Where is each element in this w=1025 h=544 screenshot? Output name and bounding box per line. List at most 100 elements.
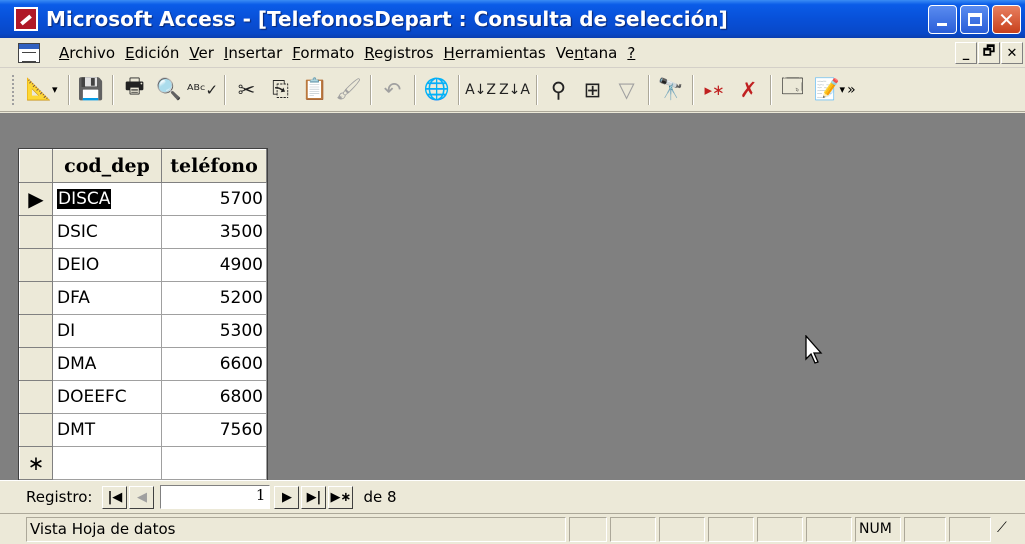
resize-grip-icon[interactable]: ⟋ [994,517,1016,542]
column-header-cod-dep[interactable]: cod_dep [52,149,162,183]
new-record-row[interactable]: ∗ [19,446,267,480]
doc-restore-button[interactable]: 🗗 [978,42,1000,64]
filter-by-selection-icon[interactable]: ⚲ [544,74,574,106]
table-row[interactable]: DI 5300 [19,314,267,348]
access-app-icon[interactable] [14,7,38,31]
menu-ver[interactable]: Ver [184,44,219,62]
row-selector-current[interactable]: ▶ [19,182,53,216]
table-row[interactable]: DSIC 3500 [19,215,267,249]
select-all-corner[interactable] [19,149,53,183]
cell-telefono[interactable]: 7560 [161,413,267,447]
hyperlink-icon[interactable]: 🌐 [422,74,452,106]
table-row[interactable]: DFA 5200 [19,281,267,315]
menu-herramientas[interactable]: Herramientas [439,44,551,62]
toolbar-separator [457,74,460,105]
cell-cod-dep[interactable]: DISCA [52,182,162,216]
menu-edicion[interactable]: Edición [120,44,184,62]
window-title: Microsoft Access - [TelefonosDepart : Co… [46,7,728,31]
menu-registros[interactable]: Registros [359,44,438,62]
cell-cod-dep[interactable]: DOEEFC [52,380,162,414]
doc-minimize-button[interactable]: _ [955,42,977,64]
cell-telefono[interactable]: 3500 [161,215,267,249]
copy-icon[interactable]: ⎘ [266,74,296,106]
row-selector[interactable] [19,215,53,249]
paste-icon[interactable]: 📋 [300,74,330,106]
first-record-icon: |◀ [107,489,123,505]
header-row: cod_dep teléfono [19,149,267,183]
row-selector[interactable] [19,248,53,282]
record-number-input[interactable]: 1 [160,485,271,509]
table-row[interactable]: ▶ DISCA 5700 [19,182,267,216]
filter-by-form-icon[interactable]: ⊞ [578,74,608,106]
find-icon[interactable]: 🔭 [656,74,686,106]
design-view-icon[interactable]: 📐 [24,74,54,106]
document-window-icon[interactable] [18,42,40,63]
row-selector[interactable] [19,413,53,447]
toolbar-grip[interactable] [12,74,16,105]
row-selector[interactable] [19,314,53,348]
sort-descending-icon[interactable]: Z↓A [499,74,530,106]
table-row[interactable]: DMT 7560 [19,413,267,447]
toolbar-separator [223,74,226,105]
menu-ventana[interactable]: Ventana [551,44,623,62]
doc-close-button[interactable]: ✕ [1001,42,1023,64]
sort-ascending-icon[interactable]: A↓Z [465,74,496,106]
next-record-button[interactable]: ▶ [274,485,300,509]
cell-telefono-new[interactable] [161,446,267,480]
menu-insertar[interactable]: Insertar [219,44,287,62]
first-record-button[interactable]: |◀ [102,485,128,509]
status-panel [708,516,754,542]
print-icon[interactable]: 🖶 [120,74,150,106]
cell-cod-dep[interactable]: DEIO [52,248,162,282]
view-dropdown-icon[interactable]: ▾ [52,83,58,96]
menu-help[interactable]: ? [622,44,640,62]
previous-record-button[interactable]: ◀ [129,485,155,509]
cell-cod-dep[interactable]: DMT [52,413,162,447]
cell-telefono[interactable]: 5200 [161,281,267,315]
new-object-dropdown-icon[interactable]: ▾ [840,83,846,96]
save-icon[interactable]: 💾 [76,74,106,106]
new-record-selector[interactable]: ∗ [19,446,53,480]
table-row[interactable]: DMA 6600 [19,347,267,381]
undo-icon[interactable]: ↶ [378,74,408,106]
cell-cod-dep[interactable]: DI [52,314,162,348]
row-selector[interactable] [19,380,53,414]
menu-formato[interactable]: Formato [287,44,359,62]
format-painter-icon[interactable]: 🖌 [334,74,364,106]
cell-telefono[interactable]: 6800 [161,380,267,414]
menu-archivo[interactable]: Archivo [54,44,120,62]
cut-icon[interactable]: ✂ [232,74,262,106]
status-panel [610,516,656,542]
new-record-nav-button[interactable]: ▶∗ [328,485,354,509]
print-preview-icon[interactable]: 🔍 [154,74,184,106]
cell-cod-dep[interactable]: DSIC [52,215,162,249]
record-count: de 8 [363,488,397,506]
toolbar-overflow-icon[interactable]: » [847,82,856,98]
cell-telefono[interactable]: 5300 [161,314,267,348]
new-object-icon[interactable]: 📝 [812,74,842,106]
new-record-icon[interactable]: ▸∗ [700,74,730,106]
minimize-button[interactable] [928,5,957,34]
apply-filter-icon[interactable]: ▽ [612,74,642,106]
cell-telefono[interactable]: 5700 [161,182,267,216]
toolbar: 📐 ▾ 💾 🖶 🔍 ᴬᴮᶜ✓ ✂ ⎘ 📋 🖌 ↶ 🌐 A↓Z Z↓A ⚲ ⊞ ▽ … [0,68,1025,112]
last-record-button[interactable]: ▶| [301,485,327,509]
cell-telefono[interactable]: 6600 [161,347,267,381]
row-selector[interactable] [19,281,53,315]
close-button[interactable]: ✕ [992,5,1021,34]
spelling-icon[interactable]: ᴬᴮᶜ✓ [187,74,218,106]
maximize-button[interactable] [960,5,989,34]
table-row[interactable]: DOEEFC 6800 [19,380,267,414]
cell-cod-dep[interactable]: DFA [52,281,162,315]
toolbar-separator [369,74,372,105]
database-window-icon[interactable]: 🗔 [778,74,808,106]
title-bar[interactable]: Microsoft Access - [TelefonosDepart : Co… [0,0,1025,38]
status-panel [806,516,852,542]
table-row[interactable]: DEIO 4900 [19,248,267,282]
column-header-telefono[interactable]: teléfono [161,149,267,183]
cell-cod-dep-new[interactable] [52,446,162,480]
cell-cod-dep[interactable]: DMA [52,347,162,381]
row-selector[interactable] [19,347,53,381]
cell-telefono[interactable]: 4900 [161,248,267,282]
delete-record-icon[interactable]: ✗ [734,74,764,106]
